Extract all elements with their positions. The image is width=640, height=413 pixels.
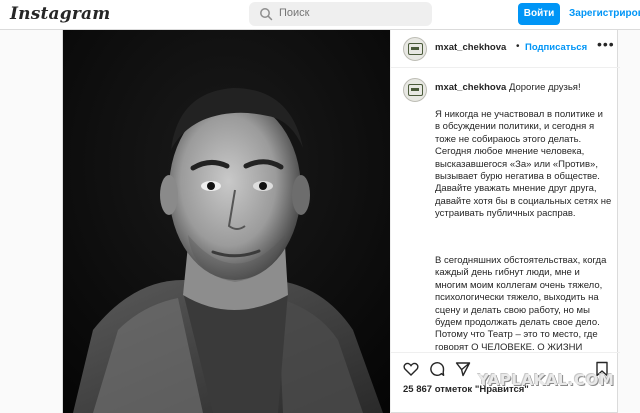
login-button[interactable]: Войти	[518, 3, 560, 25]
caption-paragraph-2: В сегодняшних обстоятельствах, когда каж…	[435, 255, 607, 350]
caption-first-line: mxat_chekhova Дорогие друзья!	[435, 82, 581, 93]
post-side-panel: mxat_chekhova • Подписаться ••• mxat_che…	[390, 30, 620, 413]
heart-icon[interactable]	[403, 361, 419, 377]
more-options-icon[interactable]: •••	[597, 36, 615, 52]
separator-dot: •	[516, 41, 520, 52]
avatar[interactable]	[403, 78, 427, 102]
theatre-seal-icon	[408, 43, 423, 55]
site-watermark: YAPLAKAL.COM	[478, 371, 615, 389]
search-box[interactable]	[249, 2, 432, 26]
comment-icon[interactable]	[429, 361, 445, 377]
top-navigation-bar: Instagram Войти Зарегистрироваться	[0, 0, 640, 30]
post-caption: mxat_chekhova Дорогие друзья! Я никогда …	[391, 68, 620, 350]
share-icon[interactable]	[455, 361, 471, 377]
post-header: mxat_chekhova • Подписаться •••	[391, 30, 620, 68]
portrait-image	[63, 30, 390, 413]
instagram-logo[interactable]: Instagram	[10, 4, 110, 24]
post-username[interactable]: mxat_chekhova	[435, 42, 506, 53]
caption-paragraph-1: Я никогда не участвовал в политике и в о…	[435, 109, 612, 220]
caption-username[interactable]: mxat_chekhova	[435, 82, 506, 93]
post-photo[interactable]	[63, 30, 390, 413]
search-icon	[260, 8, 273, 21]
search-input[interactable]	[279, 7, 419, 19]
theatre-seal-icon	[408, 84, 423, 96]
caption-greeting: Дорогие друзья!	[508, 82, 581, 93]
avatar[interactable]	[403, 37, 427, 61]
signup-link[interactable]: Зарегистрироваться	[569, 8, 640, 19]
follow-button[interactable]: Подписаться	[525, 42, 587, 53]
post-container: mxat_chekhova • Подписаться ••• mxat_che…	[62, 30, 620, 413]
